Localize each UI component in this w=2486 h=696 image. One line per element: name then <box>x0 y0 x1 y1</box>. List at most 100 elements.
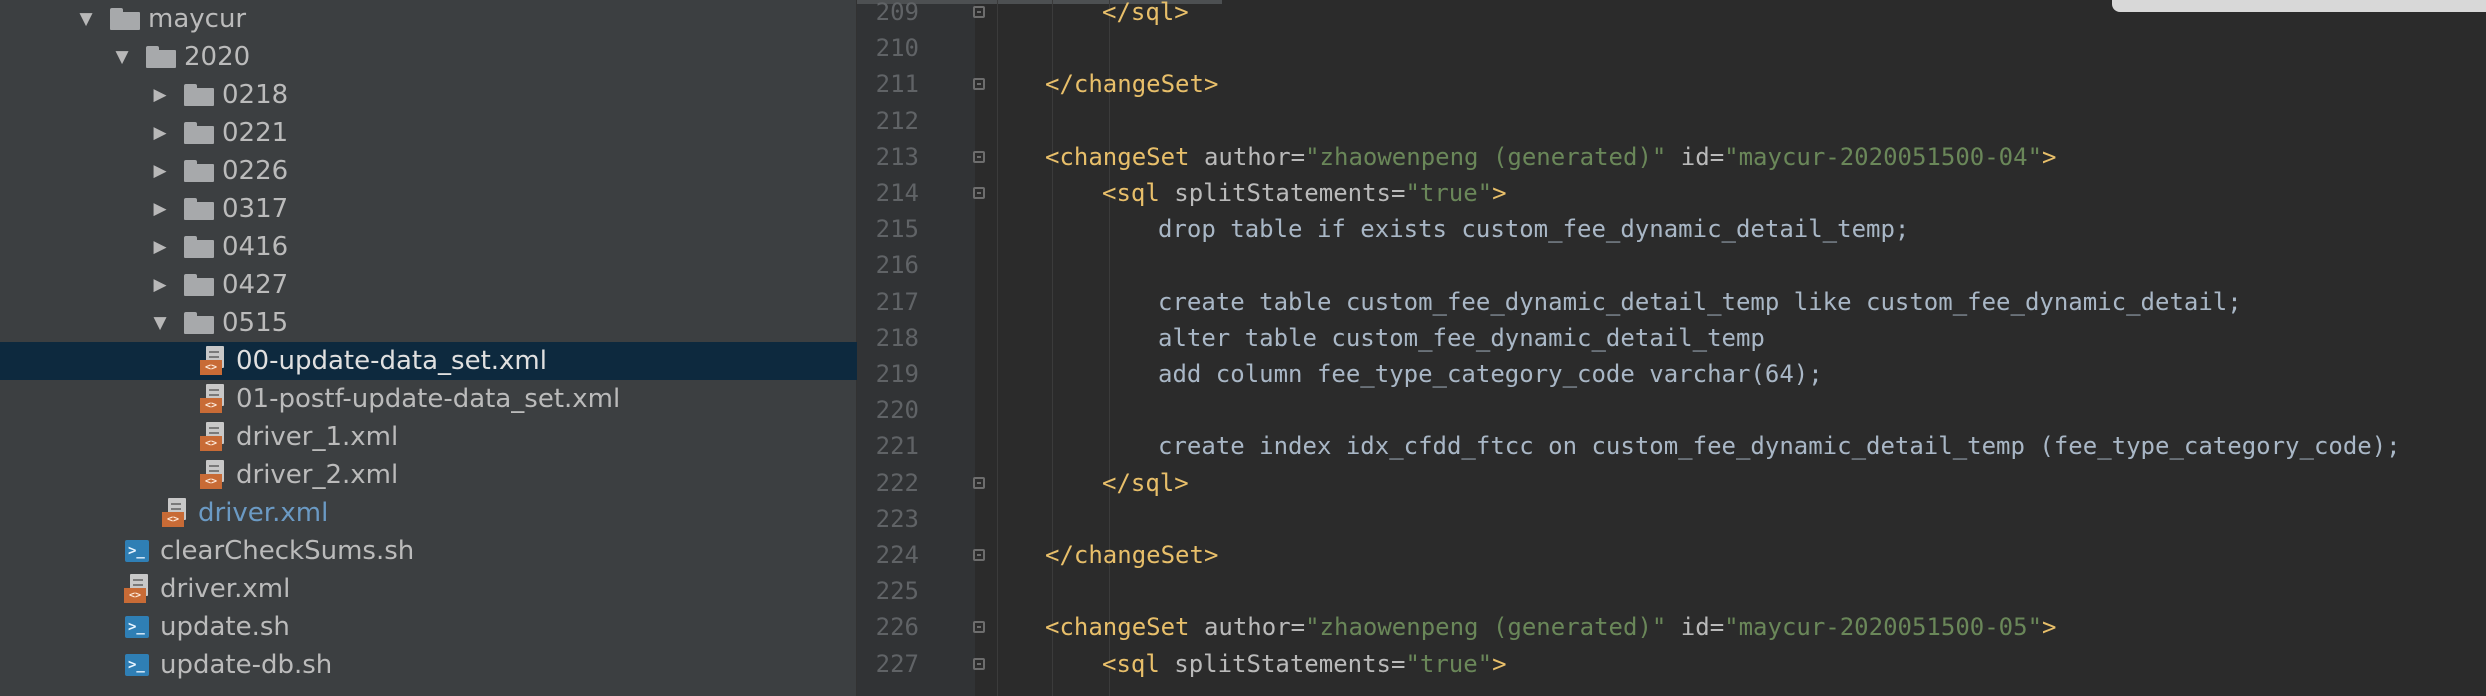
line-number: 215 <box>875 215 919 244</box>
fold-marker-icon[interactable] <box>973 78 985 91</box>
fold-marker-icon[interactable] <box>973 657 985 670</box>
line-number: 216 <box>875 251 919 280</box>
code-editor[interactable]: 209 </sql> 210 211 </changeSet> 212 213 <change… <box>857 0 2486 696</box>
tree-item-label: clearCheckSums.sh <box>160 536 415 566</box>
code-line[interactable]: 221 create index idx_cfdd_ftcc on custom_… <box>857 428 2486 464</box>
tree-item-label: 0427 <box>222 270 289 300</box>
code-token-tag: <sql <box>1102 179 1175 207</box>
code-token-tag: <changeSet <box>1045 613 1204 642</box>
expand-arrow-closed-icon[interactable]: ▶ <box>148 190 172 228</box>
code-token-tag: </sql> <box>1102 0 1189 26</box>
tree-item-label: driver.xml <box>160 574 291 604</box>
code-token-attr: author= <box>1203 613 1306 642</box>
tree-item-label: 0221 <box>222 118 289 148</box>
tree-item-label: driver_2.xml <box>236 460 399 490</box>
tree-item-0221[interactable]: ▶ 0221 <box>0 114 857 152</box>
tree-item-f00[interactable]: ▶<>00-update-data_set.xml <box>0 342 857 380</box>
fold-marker-icon[interactable] <box>973 187 985 199</box>
tree-item-0515[interactable]: ▼ 0515 <box>0 304 857 342</box>
tree-item-f01[interactable]: ▶<>01-postf-update-data_set.xml <box>0 380 857 418</box>
expand-arrow-closed-icon[interactable]: ▶ <box>148 114 172 152</box>
code-token-str: "zhaowenpeng (generated)" <box>1305 142 1667 171</box>
tree-item-label: 0226 <box>222 156 289 186</box>
tree-item-label: 0515 <box>222 308 289 338</box>
line-number: 222 <box>875 468 919 497</box>
code-line[interactable]: 223 <box>857 501 2486 537</box>
code-line[interactable]: 222 </sql> <box>857 465 2486 501</box>
fold-marker-icon[interactable] <box>973 6 985 18</box>
tree-item-label: driver.xml <box>198 498 329 528</box>
tree-item-0416[interactable]: ▶ 0416 <box>0 228 857 266</box>
code-text: <sql splitStatements="true"> <box>1102 646 1507 682</box>
line-number: 227 <box>875 649 919 678</box>
fold-marker-icon[interactable] <box>973 150 985 163</box>
tree-item-label: update.sh <box>160 612 290 642</box>
code-text: <changeSet author="zhaowenpeng (generate… <box>1045 609 2056 645</box>
code-token-str: "maycur-2020051500-05" <box>1724 613 2043 642</box>
code-text: </sql> <box>1102 0 1189 30</box>
tree-item-clr[interactable]: ▶>_clearCheckSums.sh <box>0 532 857 570</box>
line-number: 219 <box>875 360 919 388</box>
expand-arrow-open-icon[interactable]: ▼ <box>148 304 172 342</box>
tree-item-0317[interactable]: ▶ 0317 <box>0 190 857 228</box>
code-line[interactable]: 216 <box>857 247 2486 283</box>
code-token-str: "true" <box>1405 179 1493 207</box>
code-line[interactable]: 212 <box>857 103 2486 139</box>
code-line[interactable]: 220 <box>857 392 2486 428</box>
tree-item-fdrv[interactable]: ▶<>driver.xml <box>0 494 857 532</box>
folder-icon <box>182 114 216 152</box>
expand-arrow-closed-icon[interactable]: ▶ <box>148 152 172 190</box>
expand-arrow-open-icon[interactable]: ▼ <box>110 38 134 76</box>
xml-file-icon: <> <box>196 342 230 380</box>
code-line[interactable]: 217 create table custom_fee_dynamic_detai… <box>857 284 2486 320</box>
code-line[interactable]: 218 alter table custom_fee_dynamic_detail… <box>857 320 2486 356</box>
code-text: </sql> <box>1102 465 1189 501</box>
code-token-tag: > <box>2042 142 2057 171</box>
code-line[interactable]: 227 <sql splitStatements="true"> <box>857 646 2486 682</box>
expand-arrow-open-icon[interactable]: ▼ <box>74 0 98 38</box>
line-number: 214 <box>875 179 919 207</box>
code-token-str: "maycur-2020051500-04" <box>1724 142 2043 171</box>
expand-arrow-closed-icon[interactable]: ▶ <box>148 266 172 304</box>
code-line[interactable]: 214 <sql splitStatements="true"> <box>857 175 2486 211</box>
code-line[interactable]: 211 </changeSet> <box>857 66 2486 102</box>
code-line[interactable]: 213 <changeSet author="zhaowenpeng (gener… <box>857 139 2486 175</box>
line-number: 220 <box>875 396 919 425</box>
code-text: alter table custom_fee_dynamic_detail_te… <box>1158 320 1765 356</box>
fold-marker-icon[interactable] <box>973 476 985 489</box>
tree-item-fd1[interactable]: ▶<>driver_1.xml <box>0 418 857 456</box>
code-line[interactable]: 225 <box>857 573 2486 609</box>
expand-arrow-closed-icon[interactable]: ▶ <box>148 228 172 266</box>
code-line[interactable]: 226 <changeSet author="zhaowenpeng (gener… <box>857 609 2486 645</box>
tree-item-upd[interactable]: ▶>_update.sh <box>0 608 857 646</box>
line-number: 217 <box>875 287 919 316</box>
code-token-tag: </sql> <box>1102 468 1189 497</box>
fold-marker-icon[interactable] <box>973 621 985 634</box>
code-token-tag: </changeSet> <box>1045 541 1219 569</box>
code-line[interactable]: 224 </changeSet> <box>857 537 2486 573</box>
code-token-plain: drop table if exists custom_fee_dynamic_… <box>1158 215 1910 244</box>
folder-icon <box>182 152 216 190</box>
code-token-str: "true" <box>1405 649 1493 678</box>
tree-item-2020[interactable]: ▼ 2020 <box>0 38 857 76</box>
code-token-tag: </changeSet> <box>1045 70 1219 99</box>
expand-arrow-closed-icon[interactable]: ▶ <box>148 76 172 114</box>
project-tree: ▼ maycur ▼ 2020 ▶ 0218 ▶ 0221 ▶ 0226 ▶ 0317 ▶ 0416 ▶ 04… <box>0 0 857 696</box>
fold-marker-icon[interactable] <box>973 549 985 561</box>
shell-script-icon: >_ <box>120 608 154 646</box>
code-line[interactable]: 215 drop table if exists custom_fee_dynam… <box>857 211 2486 247</box>
tree-item-maycur[interactable]: ▼ maycur <box>0 0 857 38</box>
code-token-attr: id= <box>1666 613 1725 642</box>
code-line[interactable]: 219 add column fee_type_category_code var… <box>857 356 2486 392</box>
code-line[interactable]: 210 <box>857 30 2486 66</box>
tree-item-drv2[interactable]: ▶<>driver.xml <box>0 570 857 608</box>
code-token-tag: <sql <box>1102 649 1175 678</box>
xml-file-icon: <> <box>196 418 230 456</box>
tree-item-0427[interactable]: ▶ 0427 <box>0 266 857 304</box>
tree-item-0226[interactable]: ▶ 0226 <box>0 152 857 190</box>
code-line[interactable]: 209 </sql> <box>857 0 2486 30</box>
tree-item-upddb[interactable]: ▶>_update-db.sh <box>0 646 857 684</box>
tree-item-fd2[interactable]: ▶<>driver_2.xml <box>0 456 857 494</box>
line-number: 221 <box>875 432 919 461</box>
tree-item-0218[interactable]: ▶ 0218 <box>0 76 857 114</box>
